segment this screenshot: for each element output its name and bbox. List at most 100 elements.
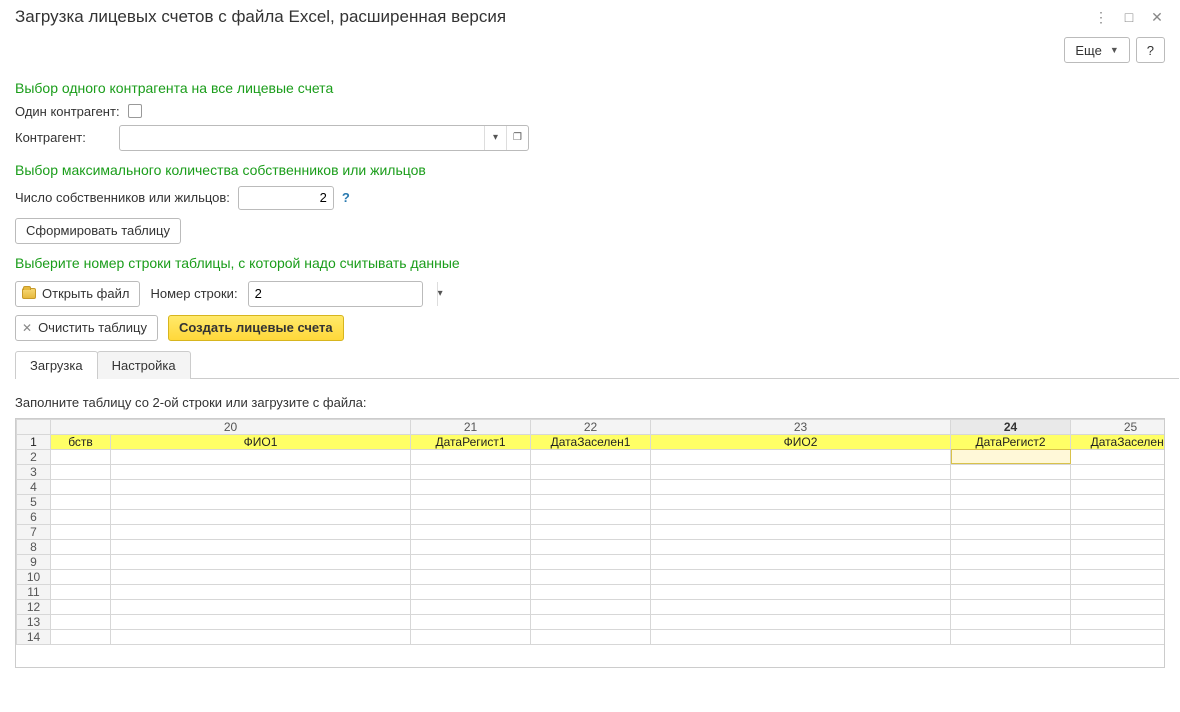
open-dialog-icon[interactable]: ❐ [506, 126, 528, 150]
row-number[interactable]: 8 [17, 539, 51, 554]
cell[interactable] [111, 509, 411, 524]
row-number[interactable]: 9 [17, 554, 51, 569]
cell[interactable] [531, 479, 651, 494]
help-button[interactable]: ? [1136, 37, 1165, 63]
col-header[interactable]: 23 [651, 419, 951, 434]
cell[interactable] [111, 629, 411, 644]
open-file-button[interactable]: Открыть файл [15, 281, 140, 307]
kebab-icon[interactable]: ⋮ [1093, 9, 1109, 25]
tab-load[interactable]: Загрузка [15, 351, 98, 379]
cell[interactable] [951, 569, 1071, 584]
cell[interactable] [1071, 629, 1164, 644]
maximize-icon[interactable]: □ [1121, 9, 1137, 25]
row-number[interactable]: 7 [17, 524, 51, 539]
cell[interactable] [411, 539, 531, 554]
cell[interactable] [651, 479, 951, 494]
owners-count-input[interactable] [238, 186, 334, 210]
cell[interactable] [531, 539, 651, 554]
cell[interactable] [1071, 524, 1164, 539]
row-number[interactable]: 2 [17, 449, 51, 464]
cell[interactable] [51, 449, 111, 464]
corner-cell[interactable] [17, 419, 51, 434]
cell[interactable] [51, 629, 111, 644]
cell[interactable] [651, 464, 951, 479]
cell[interactable] [531, 509, 651, 524]
cell[interactable] [651, 569, 951, 584]
more-button[interactable]: Еще ▼ [1064, 37, 1129, 63]
row-number[interactable]: 6 [17, 509, 51, 524]
header-cell[interactable]: ФИО1 [111, 434, 411, 449]
row-number[interactable]: 10 [17, 569, 51, 584]
row-number[interactable]: 12 [17, 599, 51, 614]
cell[interactable] [51, 479, 111, 494]
cell[interactable] [531, 494, 651, 509]
cell[interactable] [411, 554, 531, 569]
cell[interactable] [51, 524, 111, 539]
cell[interactable] [51, 584, 111, 599]
header-cell[interactable]: ДатаЗаселен1 [531, 434, 651, 449]
dropdown-icon[interactable]: ▾ [484, 126, 506, 150]
dropdown-icon[interactable]: ▾ [437, 282, 443, 306]
help-icon[interactable]: ? [342, 190, 350, 205]
cell[interactable] [411, 479, 531, 494]
cell[interactable] [51, 569, 111, 584]
form-area[interactable]: Выбор одного контрагента на все лицевые … [1, 69, 1179, 711]
cell[interactable] [531, 629, 651, 644]
cell[interactable] [51, 554, 111, 569]
cell[interactable] [1071, 554, 1164, 569]
cell[interactable] [1071, 599, 1164, 614]
cell[interactable] [1071, 509, 1164, 524]
cell[interactable] [51, 614, 111, 629]
cell[interactable] [531, 464, 651, 479]
header-cell[interactable]: бств [51, 434, 111, 449]
cell[interactable] [111, 554, 411, 569]
tab-settings[interactable]: Настройка [97, 351, 191, 379]
row-number-combo[interactable]: ▾ [248, 281, 423, 307]
cell[interactable] [531, 599, 651, 614]
cell[interactable] [111, 479, 411, 494]
cell[interactable] [951, 614, 1071, 629]
cell[interactable] [531, 569, 651, 584]
cell[interactable] [111, 449, 411, 464]
cell[interactable] [951, 599, 1071, 614]
cell[interactable] [951, 629, 1071, 644]
header-cell[interactable]: ДатаЗаселен2 [1071, 434, 1164, 449]
col-header[interactable]: 20 [51, 419, 411, 434]
create-accounts-button[interactable]: Создать лицевые счета [168, 315, 344, 341]
cell[interactable] [411, 449, 531, 464]
cell[interactable] [951, 479, 1071, 494]
cell[interactable] [651, 509, 951, 524]
cell[interactable] [411, 464, 531, 479]
cell[interactable] [111, 524, 411, 539]
build-table-button[interactable]: Сформировать таблицу [15, 218, 181, 244]
row-number[interactable]: 14 [17, 629, 51, 644]
cell[interactable] [111, 584, 411, 599]
cell[interactable] [411, 524, 531, 539]
cell[interactable] [531, 584, 651, 599]
cell[interactable] [1071, 614, 1164, 629]
cell[interactable] [411, 614, 531, 629]
cell[interactable] [51, 599, 111, 614]
row-number[interactable]: 11 [17, 584, 51, 599]
header-cell[interactable]: ДатаРегист2 [951, 434, 1071, 449]
counterparty-input[interactable] [120, 126, 484, 150]
counterparty-combo[interactable]: ▾ ❐ [119, 125, 529, 151]
row-number[interactable]: 3 [17, 464, 51, 479]
cell[interactable] [651, 599, 951, 614]
col-header[interactable]: 22 [531, 419, 651, 434]
header-cell[interactable]: ДатаРегист1 [411, 434, 531, 449]
cell[interactable] [51, 494, 111, 509]
row-number[interactable]: 4 [17, 479, 51, 494]
row-number[interactable]: 1 [17, 434, 51, 449]
cell[interactable] [51, 509, 111, 524]
cell[interactable] [411, 584, 531, 599]
col-header-selected[interactable]: 24 [951, 419, 1071, 434]
row-number[interactable]: 5 [17, 494, 51, 509]
cell[interactable] [531, 554, 651, 569]
cell[interactable] [651, 494, 951, 509]
cell[interactable] [951, 494, 1071, 509]
cell[interactable] [411, 509, 531, 524]
cell[interactable] [651, 449, 951, 464]
cell[interactable] [1071, 494, 1164, 509]
cell[interactable] [651, 584, 951, 599]
